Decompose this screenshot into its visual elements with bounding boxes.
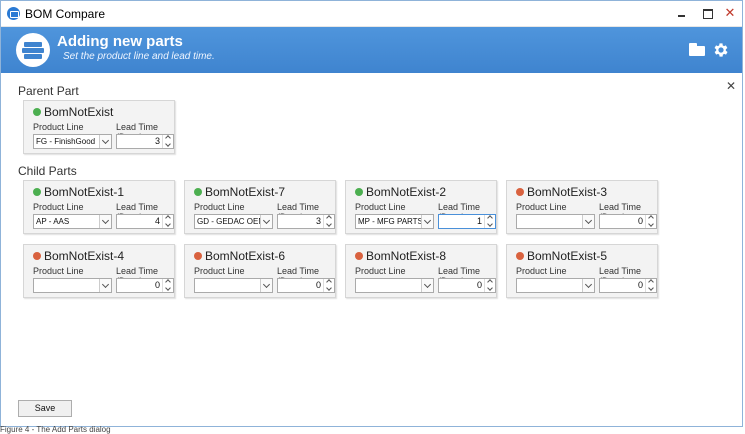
status-dot [194,188,202,196]
chevron-down-icon[interactable] [260,215,272,228]
status-dot [194,252,202,260]
status-dot [516,188,524,196]
figure-caption: Figure 4 - The Add Parts dialog [0,425,111,434]
stepper-arrows-icon[interactable] [323,279,334,292]
lead-time-stepper[interactable]: 0 [277,278,335,293]
part-name: BomNotExist-6 [205,249,286,263]
product-line-label: Product Line [33,202,84,212]
product-line-dropdown[interactable] [33,278,112,293]
header-banner: Adding new parts Set the product line an… [1,27,742,73]
chevron-down-icon[interactable] [260,279,272,292]
child-part-card: BomNotExist-1 Product Line Lead Time (Da… [23,180,175,234]
product-line-dropdown[interactable]: AP - AAS [33,214,112,229]
product-line-dropdown[interactable] [516,278,595,293]
main-window: BOM Compare ✕ Adding new parts Set the p… [0,0,743,427]
product-line-label: Product Line [33,266,84,276]
lead-time-stepper[interactable]: 0 [599,278,657,293]
child-parts-heading: Child Parts [18,164,77,178]
part-name: BomNotExist-4 [44,249,125,263]
product-line-label: Product Line [516,202,567,212]
child-part-card: BomNotExist-6 Product Line Lead Time (Da… [184,244,336,298]
parent-part-heading: Parent Part [18,84,79,98]
lead-time-stepper[interactable]: 3 [277,214,335,229]
close-window-button[interactable]: ✕ [717,3,743,23]
child-part-card: BomNotExist-2 Product Line Lead Time (Da… [345,180,497,234]
banner-title: Adding new parts [57,33,183,50]
open-folder-icon[interactable] [689,43,706,56]
chevron-down-icon[interactable] [99,135,111,148]
product-line-dropdown[interactable]: MP - MFG PARTS [355,214,434,229]
chevron-down-icon[interactable] [99,279,111,292]
child-part-card: BomNotExist-4 Product Line Lead Time (Da… [23,244,175,298]
lead-time-stepper[interactable]: 3 [116,134,174,149]
stepper-arrows-icon[interactable] [645,279,656,292]
lead-time-stepper[interactable]: 0 [438,278,496,293]
lead-time-stepper[interactable]: 0 [116,278,174,293]
minimize-button[interactable] [669,3,693,23]
product-line-dropdown[interactable] [355,278,434,293]
chevron-down-icon[interactable] [582,215,594,228]
lead-time-stepper[interactable]: 1 [438,214,496,229]
child-part-card: BomNotExist-3 Product Line Lead Time (Da… [506,180,658,234]
stepper-arrows-icon[interactable] [162,279,173,292]
status-dot [355,188,363,196]
lead-time-stepper[interactable]: 4 [116,214,174,229]
stepper-arrows-icon[interactable] [484,279,495,292]
stepper-arrows-icon[interactable] [162,215,173,228]
stepper-arrows-icon[interactable] [162,135,173,148]
product-line-dropdown[interactable]: GD - GEDAC OEM [194,214,273,229]
product-line-dropdown[interactable] [516,214,595,229]
chevron-down-icon[interactable] [421,279,433,292]
product-line-label: Product Line [355,202,406,212]
child-part-card: BomNotExist-5 Product Line Lead Time (Da… [506,244,658,298]
child-part-card: BomNotExist-8 Product Line Lead Time (Da… [345,244,497,298]
stepper-arrows-icon[interactable] [645,215,656,228]
product-line-dropdown[interactable]: FG - FinishGood [33,134,112,149]
chevron-down-icon[interactable] [582,279,594,292]
parent-part-card: BomNotExist Product Line Lead Time (Days… [23,100,175,154]
product-line-label: Product Line [194,266,245,276]
product-line-dropdown[interactable] [194,278,273,293]
chevron-down-icon[interactable] [99,215,111,228]
product-line-label: Product Line [355,266,406,276]
part-name: BomNotExist [44,105,114,119]
parts-stack-icon [16,33,50,67]
close-panel-icon[interactable]: ✕ [726,79,736,93]
banner-subtitle: Set the product line and lead time. [63,51,215,62]
chevron-down-icon[interactable] [421,215,433,228]
status-dot [33,252,41,260]
title-bar: BOM Compare ✕ [1,1,742,27]
part-name: BomNotExist-7 [205,185,286,199]
window-title: BOM Compare [25,7,106,21]
lead-time-stepper[interactable]: 0 [599,214,657,229]
part-name: BomNotExist-2 [366,185,447,199]
child-part-card: BomNotExist-7 Product Line Lead Time (Da… [184,180,336,234]
status-dot [516,252,524,260]
gear-icon[interactable] [712,41,730,59]
part-name: BomNotExist-3 [527,185,608,199]
product-line-label: Product Line [194,202,245,212]
status-dot [33,188,41,196]
status-dot [33,108,41,116]
product-line-label: Product Line [33,122,84,132]
maximize-button[interactable] [695,3,719,23]
status-dot [355,252,363,260]
part-name: BomNotExist-8 [366,249,447,263]
part-name: BomNotExist-5 [527,249,608,263]
stepper-arrows-icon[interactable] [323,215,334,228]
part-name: BomNotExist-1 [44,185,125,199]
product-line-label: Product Line [516,266,567,276]
app-icon [7,7,20,20]
stepper-arrows-icon[interactable] [484,215,495,228]
save-button[interactable]: Save [18,400,72,417]
